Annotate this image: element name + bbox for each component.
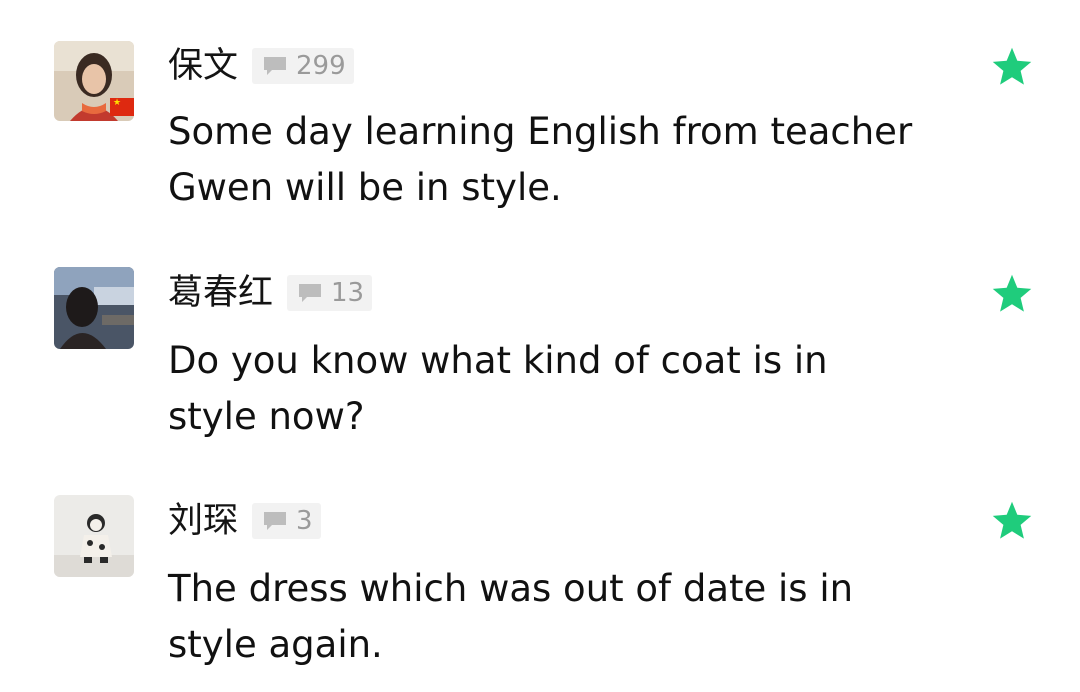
comment-text-line: The dress which was out of date is in xyxy=(168,567,854,610)
comment-text-line: Do you know what kind of coat is in xyxy=(168,339,828,382)
comment-header: 葛春红 13 xyxy=(168,273,373,313)
user-name[interactable]: 葛春红 xyxy=(168,273,273,313)
comment-header: 保文 299 xyxy=(168,46,354,86)
comment-count: 299 xyxy=(296,51,346,81)
comment-count: 13 xyxy=(331,278,365,308)
comment-text-line: Gwen will be in style. xyxy=(168,166,562,209)
comment-item: 葛春红 13 Do you know what kind of coat is … xyxy=(0,227,1080,457)
star-icon[interactable] xyxy=(990,45,1034,89)
star-icon[interactable] xyxy=(990,499,1034,543)
comment-text-line: style now? xyxy=(168,395,365,438)
comment-header: 刘琛 3 xyxy=(168,501,321,541)
comment-count: 3 xyxy=(296,506,313,536)
comment-item: ★ 保文 299 Some day learning English from … xyxy=(0,0,1080,230)
comment-count-badge: 299 xyxy=(252,48,354,84)
speech-bubble-icon xyxy=(264,512,287,530)
flag-icon: ★ xyxy=(110,98,134,116)
avatar[interactable] xyxy=(54,267,134,349)
comment-text-line: Some day learning English from teacher xyxy=(168,110,913,153)
avatar[interactable] xyxy=(54,495,134,577)
star-icon[interactable] xyxy=(990,272,1034,316)
comment-text: Do you know what kind of coat is in styl… xyxy=(168,333,948,445)
comment-count-badge: 3 xyxy=(252,503,321,539)
comment-item: 刘琛 3 The dress which was out of date is … xyxy=(0,455,1080,685)
user-name[interactable]: 保文 xyxy=(168,46,238,86)
comment-count-badge: 13 xyxy=(287,275,373,311)
speech-bubble-icon xyxy=(299,284,322,302)
comment-text-line: style again. xyxy=(168,623,383,666)
comment-text: Some day learning English from teacher G… xyxy=(168,104,948,216)
user-name[interactable]: 刘琛 xyxy=(168,501,238,541)
speech-bubble-icon xyxy=(264,57,287,75)
comment-text: The dress which was out of date is in st… xyxy=(168,561,948,673)
